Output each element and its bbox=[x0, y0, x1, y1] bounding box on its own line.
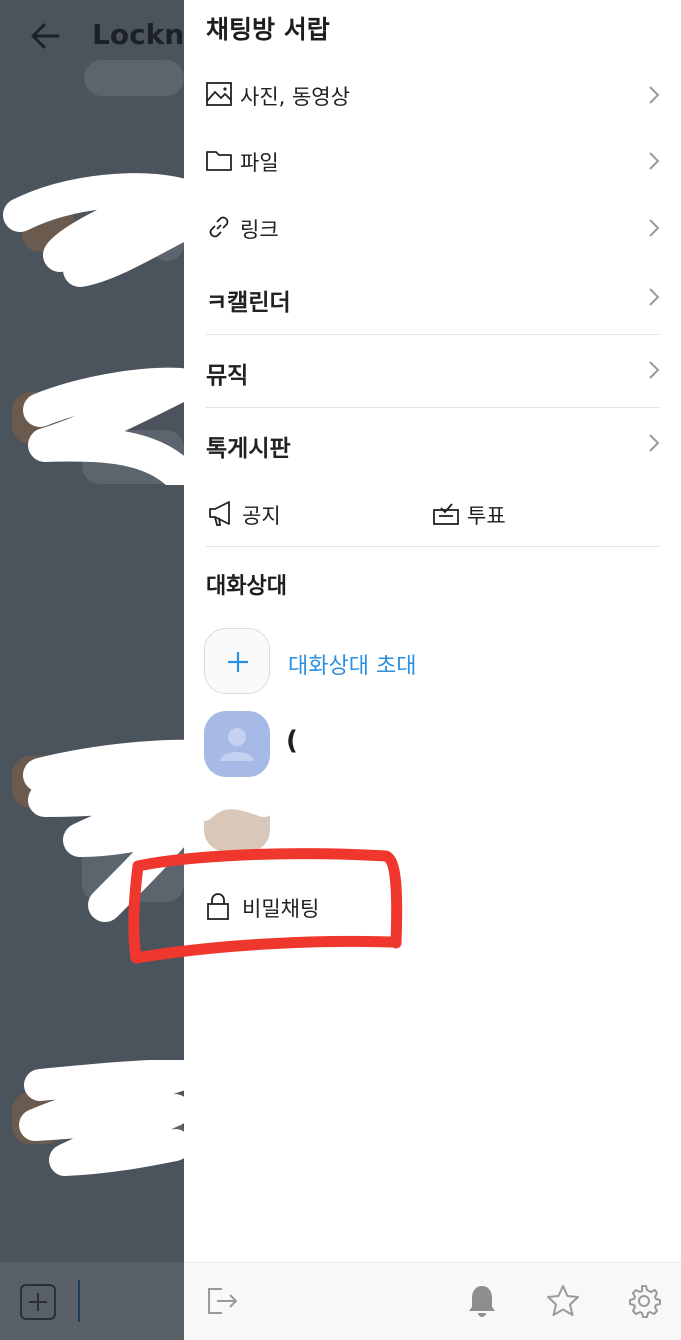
chevron-right-icon bbox=[649, 152, 660, 170]
plus-icon bbox=[228, 652, 248, 672]
image-icon bbox=[206, 82, 232, 106]
member-avatar[interactable] bbox=[204, 711, 270, 777]
redaction-scribble bbox=[19, 1060, 196, 1176]
menu-item-photos-videos[interactable]: 사진, 동영상 bbox=[184, 63, 681, 129]
star-icon bbox=[547, 1285, 579, 1316]
notice-button[interactable]: 공지 bbox=[206, 490, 406, 540]
gear-icon bbox=[629, 1285, 661, 1318]
chatroom-drawer: 채팅방 서랍 사진, 동영상 파일 링크 ㅋ캘린더 뮤직 톡게시판 공지 투표 … bbox=[184, 0, 681, 1340]
folder-icon bbox=[206, 151, 232, 171]
vote-label: 투표 bbox=[467, 504, 506, 528]
bell-icon bbox=[469, 1286, 495, 1317]
notice-label: 공지 bbox=[242, 504, 281, 528]
chevron-right-icon bbox=[649, 288, 660, 306]
menu-item-links[interactable]: 링크 bbox=[184, 196, 681, 262]
menu-item-label: 뮤직 bbox=[206, 363, 249, 389]
invite-plus-box bbox=[204, 628, 270, 694]
default-profile-icon bbox=[220, 728, 254, 761]
menu-item-label: 링크 bbox=[240, 218, 279, 242]
chevron-right-icon bbox=[649, 86, 660, 104]
megaphone-icon bbox=[209, 501, 230, 526]
divider bbox=[206, 546, 659, 547]
back-button[interactable] bbox=[28, 18, 64, 54]
annotation-highlight-box bbox=[128, 848, 403, 964]
drawer-title: 채팅방 서랍 bbox=[206, 15, 330, 44]
message-bubble bbox=[84, 60, 184, 96]
menu-item-files[interactable]: 파일 bbox=[184, 129, 681, 195]
link-icon bbox=[209, 216, 229, 238]
menu-item-label: 사진, 동영상 bbox=[240, 85, 350, 109]
text-cursor bbox=[78, 1280, 80, 1322]
settings-button[interactable] bbox=[626, 1283, 662, 1319]
menu-item-board[interactable]: 톡게시판 bbox=[184, 411, 681, 477]
vote-button[interactable]: 투표 bbox=[431, 490, 631, 540]
menu-item-calendar[interactable]: ㅋ캘린더 bbox=[184, 265, 681, 331]
notification-button[interactable] bbox=[464, 1283, 500, 1319]
members-section-title: 대화상대 bbox=[206, 574, 287, 599]
menu-item-label: 톡게시판 bbox=[206, 436, 291, 462]
divider bbox=[206, 407, 659, 408]
menu-item-music[interactable]: 뮤직 bbox=[184, 338, 681, 404]
divider bbox=[206, 334, 659, 335]
invite-label: 대화상대 초대 bbox=[288, 654, 417, 679]
redaction-scribble bbox=[3, 173, 190, 287]
chevron-right-icon bbox=[649, 219, 660, 237]
menu-item-label: 파일 bbox=[240, 151, 279, 175]
add-attachment-button[interactable] bbox=[20, 1284, 56, 1320]
arrow-left-icon bbox=[31, 23, 60, 49]
chevron-right-icon bbox=[649, 434, 660, 452]
favorite-button[interactable] bbox=[545, 1283, 581, 1319]
chevron-right-icon bbox=[649, 361, 660, 379]
ballot-box-icon bbox=[433, 503, 459, 525]
drawer-footer bbox=[184, 1262, 681, 1340]
redaction-scribble bbox=[23, 367, 190, 485]
invite-member-button[interactable]: 대화상대 초대 bbox=[204, 628, 664, 694]
member-name[interactable]: ( bbox=[286, 726, 298, 756]
leave-chat-button[interactable] bbox=[204, 1283, 240, 1319]
exit-icon bbox=[208, 1288, 238, 1314]
menu-item-label: ㅋ캘린더 bbox=[206, 290, 291, 316]
